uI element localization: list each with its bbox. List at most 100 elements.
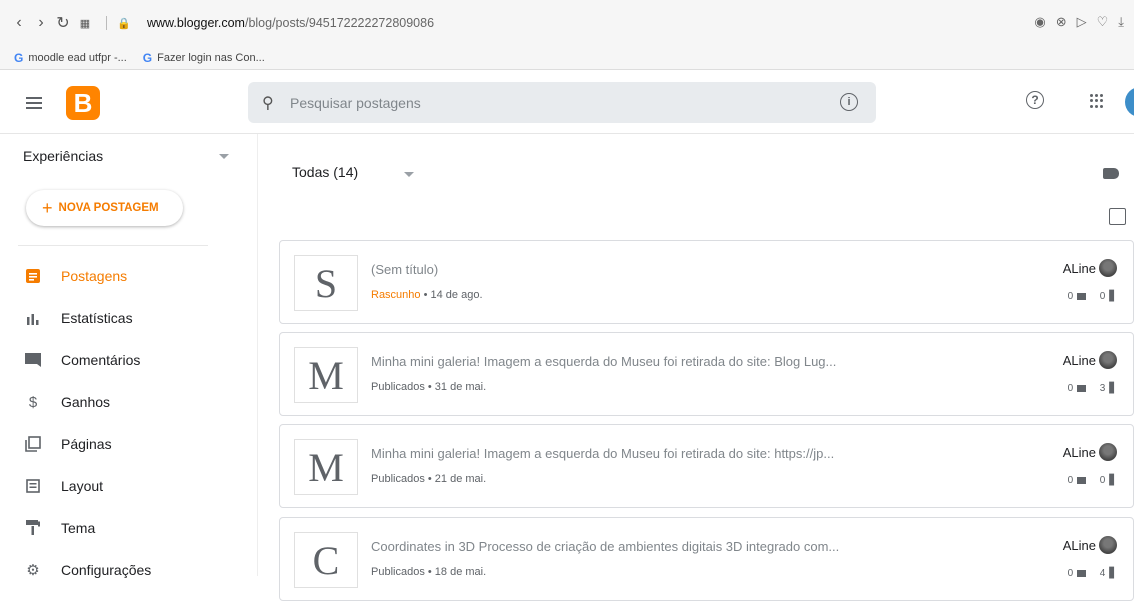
label-icon[interactable]: [1103, 168, 1119, 179]
account-avatar[interactable]: [1125, 87, 1134, 117]
sidebar-item-ganhos[interactable]: $ Ganhos: [0, 384, 240, 420]
sidebar-item-label: Layout: [61, 478, 104, 494]
post-meta: Rascunho • 14 de ago.: [371, 289, 483, 301]
adblock-icon[interactable]: ⊗: [1056, 14, 1067, 30]
stats-icon: [24, 309, 42, 327]
post-title[interactable]: Minha mini galeria! Imagem a esquerda do…: [371, 446, 834, 461]
post-title[interactable]: Minha mini galeria! Imagem a esquerda do…: [371, 354, 836, 369]
author-avatar: [1099, 351, 1117, 369]
select-all-checkbox[interactable]: [1109, 208, 1126, 225]
post-date: • 14 de ago.: [423, 289, 483, 301]
post-thumbnail: C: [294, 532, 358, 588]
new-post-label: NOVA POSTAGEM: [58, 202, 159, 214]
post-stats: 0 0 ▋: [1068, 291, 1117, 302]
post-stats: 0 3 ▋: [1068, 383, 1117, 394]
new-post-button[interactable]: + NOVA POSTAGEM: [26, 190, 183, 226]
sidebar-item-label: Comentários: [61, 352, 141, 368]
post-author: ALine: [1063, 259, 1117, 277]
back-icon[interactable]: ‹: [10, 14, 28, 32]
speed-dial-icon[interactable]: ▦: [76, 14, 94, 32]
post-status: Publicados: [371, 381, 425, 393]
browser-actions: ◉ ⊗ ▷ ♡ ⤓: [1034, 14, 1124, 30]
reload-icon[interactable]: ↻: [54, 14, 72, 32]
author-name: ALine: [1062, 260, 1096, 276]
sidebar-item-label: Tema: [61, 520, 96, 536]
blog-selector[interactable]: Experiências: [23, 148, 103, 164]
menu-icon[interactable]: [26, 97, 42, 109]
snapshot-icon[interactable]: ◉: [1034, 14, 1045, 30]
bookmarks-bar: Gmoodle ead utfpr -... G Fazer login nas …: [0, 46, 265, 70]
comment-icon: [1077, 385, 1087, 392]
author-avatar: [1099, 259, 1117, 277]
url-field[interactable]: www.blogger.com/blog/posts/9451722222728…: [147, 16, 434, 30]
google-icon: G: [142, 51, 153, 65]
post-status: Publicados: [371, 566, 425, 578]
post-author: ALine: [1063, 536, 1117, 554]
forward-icon[interactable]: ›: [32, 14, 50, 32]
post-thumbnail: S: [294, 255, 358, 311]
lock-icon: 🔒: [117, 17, 131, 30]
dollar-icon: $: [28, 393, 38, 411]
post-title[interactable]: (Sem título): [371, 262, 438, 277]
search-bar: ⚲ i: [248, 82, 876, 123]
post-meta: Publicados • 18 de mai.: [371, 566, 486, 578]
comment-icon: [1077, 293, 1087, 300]
post-meta: Publicados • 21 de mai.: [371, 473, 486, 485]
sidebar-item-label: Postagens: [61, 268, 128, 284]
divider: [18, 245, 208, 246]
post-row[interactable]: S (Sem título) Rascunho • 14 de ago. ALi…: [279, 240, 1134, 324]
sidebar-item-postagens[interactable]: Postagens: [0, 258, 240, 294]
chevron-down-icon[interactable]: [219, 154, 229, 159]
sidebar-item-label: Ganhos: [61, 394, 111, 410]
post-status: Publicados: [371, 473, 425, 485]
send-icon[interactable]: ▷: [1077, 14, 1087, 30]
chevron-down-icon[interactable]: [404, 172, 414, 177]
bookmark-item[interactable]: G Fazer login nas Con...: [143, 51, 265, 65]
views-icon: ▋: [1109, 568, 1117, 579]
post-thumbnail: M: [294, 347, 358, 403]
search-icon[interactable]: ⚲: [262, 93, 284, 113]
apps-grid-icon[interactable]: [1090, 94, 1104, 108]
post-filter-dropdown[interactable]: Todas (14): [292, 164, 358, 180]
post-thumbnail: M: [294, 439, 358, 495]
gear-icon: ⚙: [26, 562, 40, 579]
google-icon: G: [14, 51, 24, 65]
view-count: 4: [1099, 568, 1106, 579]
search-input[interactable]: [290, 94, 810, 111]
sidebar-item-configuracoes[interactable]: ⚙ Configurações: [0, 552, 240, 588]
help-icon[interactable]: ?: [1026, 91, 1044, 109]
views-icon: ▋: [1109, 383, 1117, 394]
comment-count: 0: [1067, 568, 1074, 579]
sidebar-item-estatisticas[interactable]: Estatísticas: [0, 300, 240, 336]
sidebar-item-paginas[interactable]: Páginas: [0, 426, 240, 462]
info-icon[interactable]: i: [840, 93, 858, 111]
view-count: 0: [1099, 475, 1106, 486]
paint-roller-icon: [24, 519, 42, 537]
download-icon[interactable]: ⤓: [1118, 14, 1124, 30]
post-row[interactable]: M Minha mini galeria! Imagem a esquerda …: [279, 332, 1134, 416]
blogger-logo[interactable]: B: [66, 86, 100, 120]
sidebar-item-label: Páginas: [61, 436, 112, 452]
comment-count: 0: [1067, 291, 1074, 302]
sidebar-item-comentarios[interactable]: Comentários: [0, 342, 240, 378]
post-list-area: Todas (14) S (Sem título) Rascunho • 14 …: [259, 134, 1134, 601]
post-title[interactable]: Coordinates in 3D Processo de criação de…: [371, 539, 839, 554]
view-count: 0: [1099, 291, 1106, 302]
author-name: ALine: [1062, 444, 1096, 460]
author-name: ALine: [1062, 352, 1096, 368]
sidebar-item-layout[interactable]: Layout: [0, 468, 240, 504]
layout-icon: [24, 477, 42, 495]
post-row[interactable]: M Minha mini galeria! Imagem a esquerda …: [279, 424, 1134, 508]
post-author: ALine: [1063, 443, 1117, 461]
post-row[interactable]: C Coordinates in 3D Processo de criação …: [279, 517, 1134, 601]
post-status: Rascunho: [371, 289, 421, 301]
post-stats: 0 0 ▋: [1068, 475, 1117, 486]
heart-icon[interactable]: ♡: [1097, 14, 1109, 30]
post-meta: Publicados • 31 de mai.: [371, 381, 486, 393]
pages-icon: [24, 435, 42, 453]
browser-chrome: ‹ › ↻ ▦ 🔒 www.blogger.com/blog/posts/945…: [0, 0, 1134, 70]
sidebar-item-tema[interactable]: Tema: [0, 510, 240, 546]
comment-count: 0: [1067, 383, 1074, 394]
bookmark-item[interactable]: Gmoodle ead utfpr -...: [14, 51, 127, 65]
separator: [106, 16, 107, 30]
